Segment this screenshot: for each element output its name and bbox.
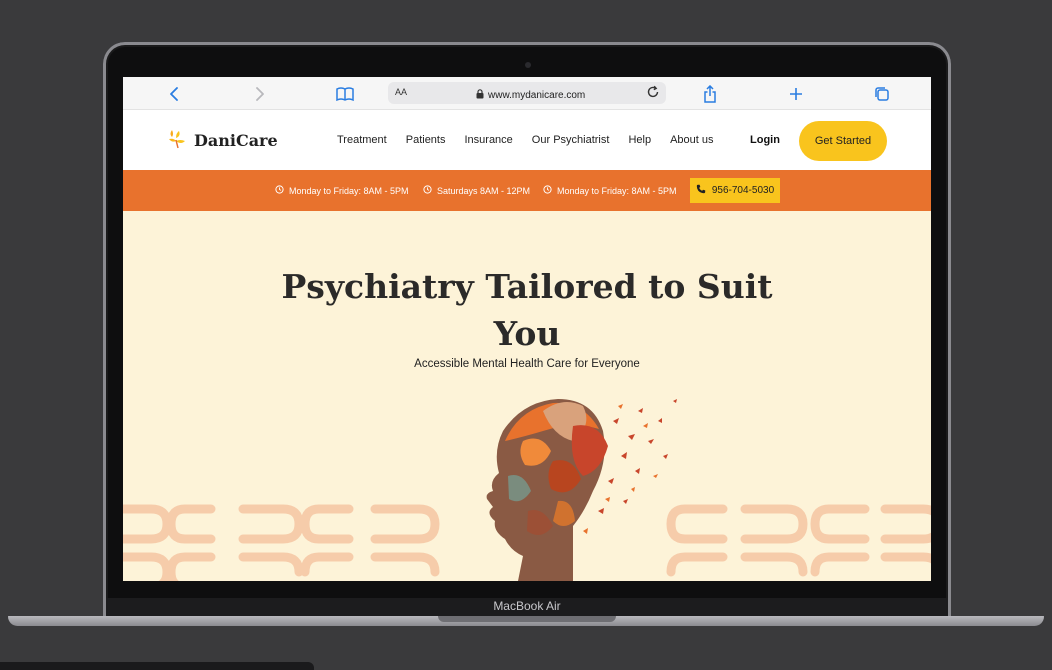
site-header: DaniCare Treatment Patients Insurance Ou… <box>123 110 931 170</box>
hours-item: Monday to Friday: 8AM - 5PM <box>543 185 677 196</box>
url-display: www.mydanicare.com <box>476 86 585 104</box>
hero-section: Psychiatry Tailored to Suit You Accessib… <box>123 211 931 581</box>
laptop-notch <box>438 616 616 622</box>
clock-icon <box>423 185 432 196</box>
nav-treatment[interactable]: Treatment <box>337 134 387 146</box>
bottom-shadow <box>0 662 314 670</box>
leaf-head-illustration <box>486 399 677 581</box>
hours-bar: Monday to Friday: 8AM - 5PM Saturdays 8A… <box>123 170 931 211</box>
nav-patients[interactable]: Patients <box>406 134 446 146</box>
login-link[interactable]: Login <box>750 134 780 146</box>
hero-subtitle: Accessible Mental Health Care for Everyo… <box>414 358 640 370</box>
browser-toolbar: AA www.mydanicare.com <box>123 77 931 110</box>
laptop-screen: AA www.mydanicare.com DaniCare Treatment… <box>123 77 931 581</box>
reload-icon[interactable] <box>646 85 660 104</box>
forward-icon[interactable] <box>253 85 267 103</box>
clock-icon <box>543 185 552 196</box>
hours-text: Monday to Friday: 8AM - 5PM <box>557 185 677 196</box>
camera <box>525 62 531 68</box>
hours-item: Saturdays 8AM - 12PM <box>423 185 530 196</box>
nav-insurance[interactable]: Insurance <box>464 134 512 146</box>
site-logo[interactable]: DaniCare <box>166 127 278 154</box>
main-nav: Treatment Patients Insurance Our Psychia… <box>337 134 732 146</box>
phone-number: 956-704-5030 <box>711 185 775 196</box>
leaf-logo-icon <box>166 127 188 154</box>
phone-icon <box>696 184 706 197</box>
get-started-button[interactable]: Get Started <box>799 121 887 161</box>
url-text: www.mydanicare.com <box>488 89 586 101</box>
text-size-button[interactable]: AA <box>395 87 407 97</box>
hero-title: Psychiatry Tailored to Suit You <box>281 267 773 353</box>
laptop-chin: MacBook Air <box>106 598 948 616</box>
nav-our-psychiatrist[interactable]: Our Psychiatrist <box>532 134 610 146</box>
device-label: MacBook Air <box>493 599 561 613</box>
lock-icon <box>476 86 484 104</box>
hours-item: Monday to Friday: 8AM - 5PM <box>275 185 409 196</box>
back-icon[interactable] <box>167 85 181 103</box>
tabs-icon[interactable] <box>874 85 890 103</box>
bookmarks-icon[interactable] <box>336 85 354 103</box>
share-icon[interactable] <box>703 85 717 103</box>
address-bar[interactable]: AA www.mydanicare.com <box>388 82 666 104</box>
clock-icon <box>275 185 284 196</box>
nav-about-us[interactable]: About us <box>670 134 713 146</box>
hours-text: Saturdays 8AM - 12PM <box>437 185 531 196</box>
hours-text: Monday to Friday: 8AM - 5PM <box>289 185 409 196</box>
phone-button[interactable]: 956-704-5030 <box>690 178 780 203</box>
brand-name: DaniCare <box>194 131 278 150</box>
new-tab-icon[interactable] <box>789 85 803 103</box>
nav-help[interactable]: Help <box>628 134 651 146</box>
